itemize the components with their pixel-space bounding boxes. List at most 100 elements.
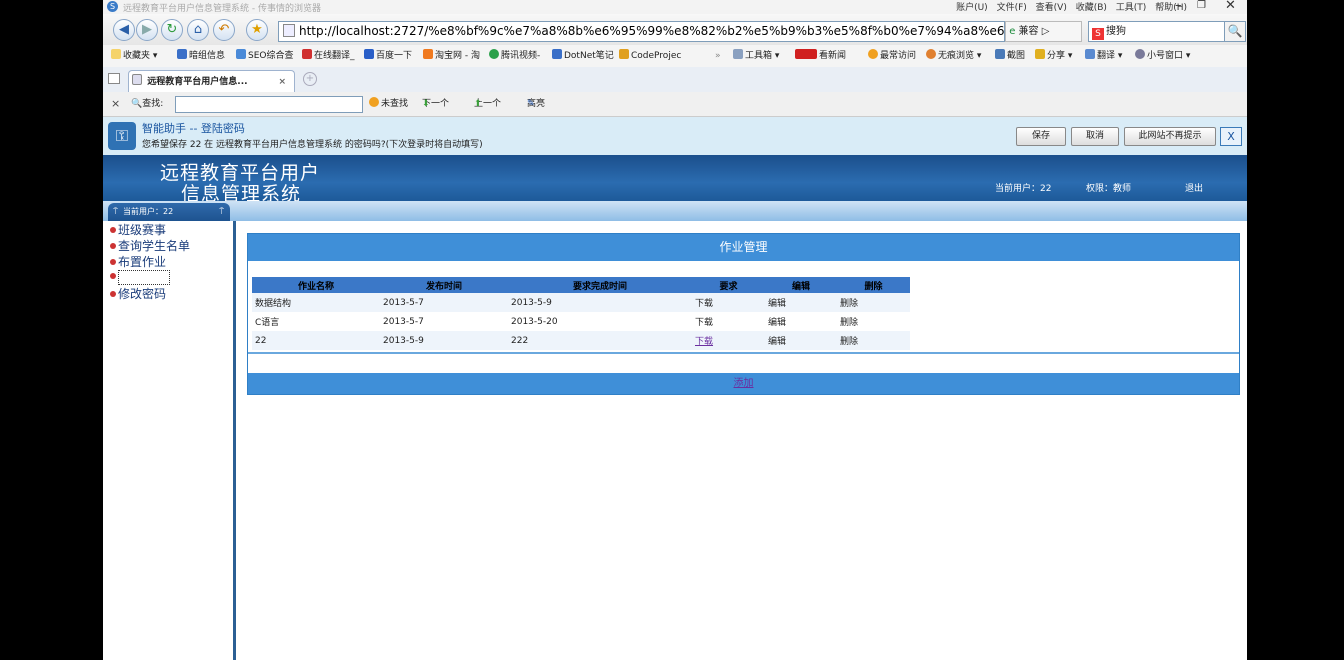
download-link[interactable]: 下载 xyxy=(692,312,765,331)
pencil-icon: ✎ xyxy=(527,99,535,109)
search-engine-label: 搜狗 xyxy=(1106,26,1126,37)
fav-item[interactable]: 腾讯视频- xyxy=(489,45,540,67)
sidebar-item-label: 布置作业 xyxy=(118,255,167,269)
news-button[interactable]: 看新闻 xyxy=(795,45,846,67)
sidebar-item-assign-homework[interactable]: 布置作业 xyxy=(110,253,166,270)
close-helper-button[interactable]: X xyxy=(1220,127,1242,146)
new-tab-icon[interactable]: + xyxy=(303,72,317,86)
cell-name: 22 xyxy=(252,331,380,350)
bullet-icon xyxy=(110,273,116,279)
private-browsing-menu[interactable]: 无痕浏览 ▾ xyxy=(926,45,981,67)
save-password-button[interactable]: 保存 xyxy=(1016,127,1066,146)
password-helper-bar: ⚿ 智能助手 -- 登陆密码 您希望保存 22 在 远程教育平台用户信息管理系统… xyxy=(103,117,1247,156)
address-bar[interactable]: http://localhost:2727/%e8%bf%9c%e7%a8%8b… xyxy=(278,21,1005,42)
sidebar-item-class-events[interactable]: 班级赛事 xyxy=(110,221,166,238)
close-window-icon[interactable]: ✕ xyxy=(1225,0,1236,13)
menu-account[interactable]: 账户(U) xyxy=(956,3,988,13)
find-prev-button[interactable]: ⬆ 上一个 xyxy=(474,92,501,116)
table-row: C语言 2013-5-7 2013-5-20 下载 编辑 删除 xyxy=(252,312,910,331)
table-header: 作业名称 发布时间 要求完成时间 要求 编辑 删除 xyxy=(252,277,910,293)
password-helper-title: 智能助手 -- 登陆密码 xyxy=(142,122,245,135)
minimize-icon[interactable]: – xyxy=(1175,0,1182,13)
edit-link[interactable]: 编辑 xyxy=(765,331,837,350)
panel-footer: 添加 xyxy=(248,373,1239,394)
not-found-status: 未查找 xyxy=(369,92,408,116)
menu-help[interactable]: 帮助(H) xyxy=(1155,3,1187,13)
delete-link[interactable]: 删除 xyxy=(837,312,910,331)
delete-link[interactable]: 删除 xyxy=(837,293,910,312)
pin-icon: ⍑ xyxy=(219,207,224,216)
fav-item[interactable]: 百度一下 xyxy=(364,45,412,67)
favorite-star-icon[interactable]: ★ xyxy=(246,19,268,41)
cell-published: 2013-5-7 xyxy=(380,293,508,312)
user-strip: ⍑ 当前用户：22 ⍑ xyxy=(103,201,1247,221)
sidebar-item-label: 班级赛事 xyxy=(118,223,167,237)
menu-favorites[interactable]: 收藏(B) xyxy=(1076,3,1107,13)
tab-active[interactable]: 远程教育平台用户信息... × xyxy=(128,70,295,93)
sidebar-item-change-password[interactable]: 修改密码 xyxy=(110,285,166,302)
homework-table: 作业名称 发布时间 要求完成时间 要求 编辑 删除 数据结构 2013-5-7 … xyxy=(252,277,910,350)
download-cell: 下载 xyxy=(692,331,765,350)
fav-item[interactable]: 淘宝网 - 淘 xyxy=(423,45,480,67)
column-header: 删除 xyxy=(837,277,910,293)
fav-item[interactable]: 暗组信息 xyxy=(177,45,225,67)
user-tab: ⍑ 当前用户：22 ⍑ xyxy=(108,203,230,221)
fav-item[interactable]: 在线翻译_ xyxy=(302,45,355,67)
fav-item[interactable]: SEO综合查 xyxy=(236,45,293,67)
tab-menu-icon[interactable] xyxy=(108,73,120,84)
fav-item[interactable]: DotNet笔记 xyxy=(552,45,614,67)
share-menu[interactable]: 分享 ▾ xyxy=(1035,45,1072,67)
sidebar-item-student-list[interactable]: 查询学生名单 xyxy=(110,237,190,254)
page-icon xyxy=(283,24,295,37)
key-icon: ⚿ xyxy=(108,122,136,150)
restore-icon[interactable]: ❐ xyxy=(1197,0,1206,11)
web-page: 远程教育平台用户 信息管理系统 当前用户：22 权限：教师 退出 ⍑ 当前用户：… xyxy=(103,155,1247,660)
home-icon[interactable]: ⌂ xyxy=(187,19,209,41)
search-input[interactable]: S 搜狗 xyxy=(1088,21,1228,42)
edit-link[interactable]: 编辑 xyxy=(765,312,837,331)
logout-link[interactable]: 退出 xyxy=(1185,181,1203,194)
search-icon[interactable]: 🔍 xyxy=(1224,21,1246,42)
pin-icon: ⍑ xyxy=(113,207,118,216)
fav-item[interactable]: CodeProjec xyxy=(619,45,681,67)
browser-logo-icon: S xyxy=(107,1,118,12)
edit-link[interactable]: 编辑 xyxy=(765,293,837,312)
compat-mode-button[interactable]: e 兼容 ▷ xyxy=(1005,21,1082,42)
homework-panel: 作业管理 作业名称 发布时间 要求完成时间 要求 编辑 删除 数据结构 2013… xyxy=(247,233,1240,395)
menu-tools[interactable]: 工具(T) xyxy=(1116,3,1147,13)
down-arrow-icon: ⬇ xyxy=(422,99,430,109)
toolbox-menu[interactable]: 工具箱 ▾ xyxy=(733,45,779,67)
close-find-icon[interactable]: × xyxy=(111,92,120,116)
find-label: 🔍查找: xyxy=(131,99,164,109)
close-tab-icon[interactable]: × xyxy=(278,71,286,93)
sidebar-item-selected[interactable] xyxy=(110,269,118,283)
focus-outline xyxy=(118,270,170,285)
never-ask-button[interactable]: 此网站不再提示 xyxy=(1124,127,1216,146)
panel-title: 作业管理 xyxy=(248,234,1239,261)
translate-menu[interactable]: 翻译 ▾ xyxy=(1085,45,1122,67)
cancel-button[interactable]: 取消 xyxy=(1071,127,1119,146)
favorites-menu[interactable]: 收藏夹 ▾ xyxy=(111,45,157,67)
favorites-bar: 收藏夹 ▾ 暗组信息 SEO综合查 在线翻译_ 百度一下 淘宝网 - 淘 腾讯视… xyxy=(103,45,1247,68)
download-link[interactable]: 下载 xyxy=(695,337,713,347)
user-tab-label: 当前用户：22 xyxy=(123,207,174,216)
delete-link[interactable]: 删除 xyxy=(837,331,910,350)
small-window-menu[interactable]: 小号窗口 ▾ xyxy=(1135,45,1190,67)
download-link[interactable]: 下载 xyxy=(692,293,765,312)
menu-view[interactable]: 查看(V) xyxy=(1036,3,1067,13)
url-text: http://localhost:2727/%e8%bf%9c%e7%a8%8b… xyxy=(299,24,1005,38)
find-next-button[interactable]: ⬇ 下一个 xyxy=(422,92,449,116)
highlight-button[interactable]: ✎ 高亮 xyxy=(527,92,545,116)
refresh-icon[interactable]: ↻ xyxy=(161,19,183,41)
find-input[interactable] xyxy=(175,96,363,113)
title-bar: S 远程教育平台用户信息管理系统 - 传事情的浏览器 账户(U) 文件(F) 查… xyxy=(103,0,1247,14)
most-visited-button[interactable]: 最常访问 xyxy=(868,45,916,67)
undo-icon[interactable]: ↶ xyxy=(213,19,235,41)
menu-file[interactable]: 文件(F) xyxy=(997,3,1027,13)
more-chevron-icon[interactable]: » xyxy=(715,45,721,67)
screenshot-button[interactable]: 截图 xyxy=(995,45,1025,67)
add-link[interactable]: 添加 xyxy=(734,378,754,389)
back-icon[interactable]: ◀ xyxy=(113,19,135,41)
password-helper-message: 您希望保存 22 在 远程教育平台用户信息管理系统 的密码吗?(下次登录时将自动… xyxy=(142,140,483,150)
forward-icon[interactable]: ▶ xyxy=(136,19,158,41)
